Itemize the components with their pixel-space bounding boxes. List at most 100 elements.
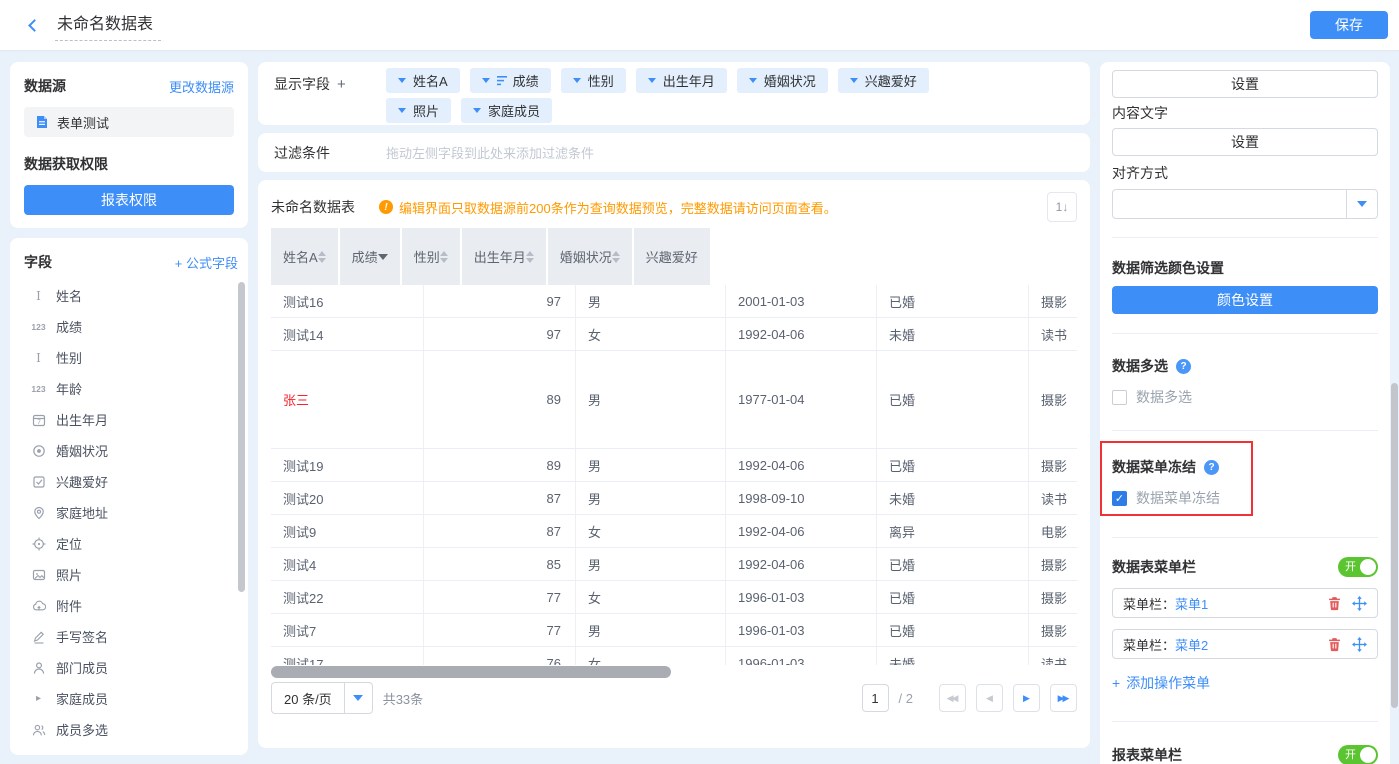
field-label: 附件: [56, 596, 82, 615]
sort-caret-icon[interactable]: [526, 251, 534, 263]
field-item[interactable]: 7 出生年月: [24, 404, 238, 435]
freeze-menu-checkbox[interactable]: ✓: [1112, 491, 1127, 506]
report-menu-toggle[interactable]: 开: [1338, 745, 1378, 764]
add-action-menu-link[interactable]: +添加操作菜单: [1112, 673, 1210, 693]
text-icon: I: [30, 288, 47, 303]
delete-icon[interactable]: [1327, 596, 1342, 611]
tag-label: 家庭成员: [488, 101, 540, 120]
table-cell: 男: [576, 449, 726, 481]
header-setting-button[interactable]: 设置: [1112, 70, 1378, 98]
field-item[interactable]: 婚姻状况: [24, 435, 238, 466]
field-item[interactable]: 成员多选: [24, 714, 238, 745]
chevron-down-icon[interactable]: [398, 108, 406, 113]
datasource-item[interactable]: 表单测试: [24, 107, 234, 137]
menu-name-link[interactable]: 菜单1: [1175, 594, 1208, 613]
page-scrollbar[interactable]: [1391, 383, 1398, 708]
align-select[interactable]: [1112, 189, 1378, 219]
column-header[interactable]: 婚姻状况: [548, 228, 634, 285]
table-cell: 85: [424, 548, 576, 580]
fields-scrollbar[interactable]: [238, 282, 245, 592]
table-menu-toggle[interactable]: 开: [1338, 557, 1378, 577]
sort-order-button[interactable]: 1↓: [1047, 192, 1077, 222]
table-cell: 电影: [1029, 515, 1077, 547]
field-item[interactable]: 照片: [24, 559, 238, 590]
chevron-down-icon[interactable]: [398, 78, 406, 83]
move-icon[interactable]: [1352, 637, 1367, 652]
field-item[interactable]: 家庭地址: [24, 497, 238, 528]
filter-dropzone[interactable]: 拖动左侧字段到此处来添加过滤条件: [386, 143, 594, 162]
back-button[interactable]: [30, 21, 39, 30]
chevron-down-icon[interactable]: [344, 683, 372, 713]
delete-icon[interactable]: [1327, 637, 1342, 652]
field-item[interactable]: 兴趣爱好: [24, 466, 238, 497]
display-field-tag[interactable]: 性别: [561, 68, 626, 93]
field-item[interactable]: ▸ 家庭成员: [24, 683, 238, 714]
display-field-tag[interactable]: 婚姻状况: [737, 68, 828, 93]
sort-caret-icon[interactable]: [318, 251, 326, 263]
field-item[interactable]: 附件: [24, 590, 238, 621]
column-header[interactable]: 姓名A: [271, 228, 340, 285]
chevron-down-icon[interactable]: [573, 78, 581, 83]
last-page-button[interactable]: ▶▶: [1050, 684, 1077, 712]
chevron-down-icon[interactable]: [749, 78, 757, 83]
column-header[interactable]: 兴趣爱好: [634, 228, 712, 285]
page-size-select[interactable]: 20 条/页: [271, 682, 373, 714]
chevron-down-icon[interactable]: [850, 78, 858, 83]
display-field-tag[interactable]: 照片: [386, 98, 451, 123]
field-item[interactable]: 123 成绩: [24, 311, 238, 342]
multi-select-option[interactable]: 数据多选: [1112, 388, 1378, 406]
sort-caret-icon[interactable]: [612, 251, 620, 263]
sort-caret-icon[interactable]: [378, 254, 388, 260]
table-row: 测试777男1996-01-03已婚摄影: [271, 614, 1077, 647]
column-header[interactable]: 出生年月: [462, 228, 548, 285]
first-page-button[interactable]: ◀◀: [939, 684, 966, 712]
report-permission-button[interactable]: 报表权限: [24, 185, 234, 215]
freeze-menu-option[interactable]: ✓ 数据菜单冻结: [1112, 489, 1378, 507]
chevron-down-icon[interactable]: [648, 78, 656, 83]
content-setting-button[interactable]: 设置: [1112, 128, 1378, 156]
column-header[interactable]: 性别: [402, 228, 462, 285]
display-field-tag[interactable]: 成绩: [470, 68, 551, 93]
display-fields-panel: 显示字段+ 姓名A 成绩 性别: [258, 62, 1090, 125]
field-item[interactable]: 定位: [24, 528, 238, 559]
tag-label: 姓名A: [413, 71, 448, 90]
add-display-field-button[interactable]: +: [337, 76, 346, 93]
field-item[interactable]: I 姓名: [24, 280, 238, 311]
change-datasource-link[interactable]: 更改数据源: [169, 77, 234, 96]
save-button[interactable]: 保存: [1310, 11, 1388, 39]
prev-page-button[interactable]: ◀: [976, 684, 1003, 712]
sort-caret-icon[interactable]: [440, 251, 448, 263]
next-page-button[interactable]: ▶: [1013, 684, 1040, 712]
table-horizontal-scrollbar[interactable]: [271, 666, 671, 678]
tag-row: 姓名A 成绩 性别 出生年月: [386, 68, 929, 93]
field-item[interactable]: 手写签名: [24, 621, 238, 652]
multi-select-checkbox[interactable]: [1112, 390, 1127, 405]
field-item[interactable]: 部门成员: [24, 652, 238, 683]
menu-name-link[interactable]: 菜单2: [1175, 635, 1208, 654]
table-cell: 测试22: [271, 581, 424, 613]
color-setting-button[interactable]: 颜色设置: [1112, 286, 1378, 314]
add-formula-field-link[interactable]: + 公式字段: [175, 253, 238, 272]
move-icon[interactable]: [1352, 596, 1367, 611]
total-count-label: 共33条: [383, 689, 423, 708]
chevron-down-icon[interactable]: [473, 108, 481, 113]
chevron-down-icon[interactable]: [482, 78, 490, 83]
align-label: 对齐方式: [1112, 164, 1378, 182]
help-icon[interactable]: ?: [1176, 359, 1191, 374]
page-title[interactable]: 未命名数据表: [55, 10, 161, 41]
menu-item[interactable]: 菜单栏：菜单2: [1112, 629, 1378, 659]
display-field-tag[interactable]: 姓名A: [386, 68, 460, 93]
target-icon: [30, 536, 47, 551]
display-field-tag[interactable]: 家庭成员: [461, 98, 552, 123]
table-cell: 未婚: [877, 482, 1029, 514]
chevron-down-icon[interactable]: [1346, 190, 1377, 218]
menu-item[interactable]: 菜单栏：菜单1: [1112, 588, 1378, 618]
help-icon[interactable]: ?: [1204, 460, 1219, 475]
display-field-tag[interactable]: 兴趣爱好: [838, 68, 929, 93]
current-page-input[interactable]: 1: [862, 684, 889, 712]
field-item[interactable]: I 性别: [24, 342, 238, 373]
column-header[interactable]: 成绩: [340, 228, 402, 285]
field-label: 成员多选: [56, 720, 108, 739]
display-field-tag[interactable]: 出生年月: [636, 68, 727, 93]
field-item[interactable]: 123 年龄: [24, 373, 238, 404]
